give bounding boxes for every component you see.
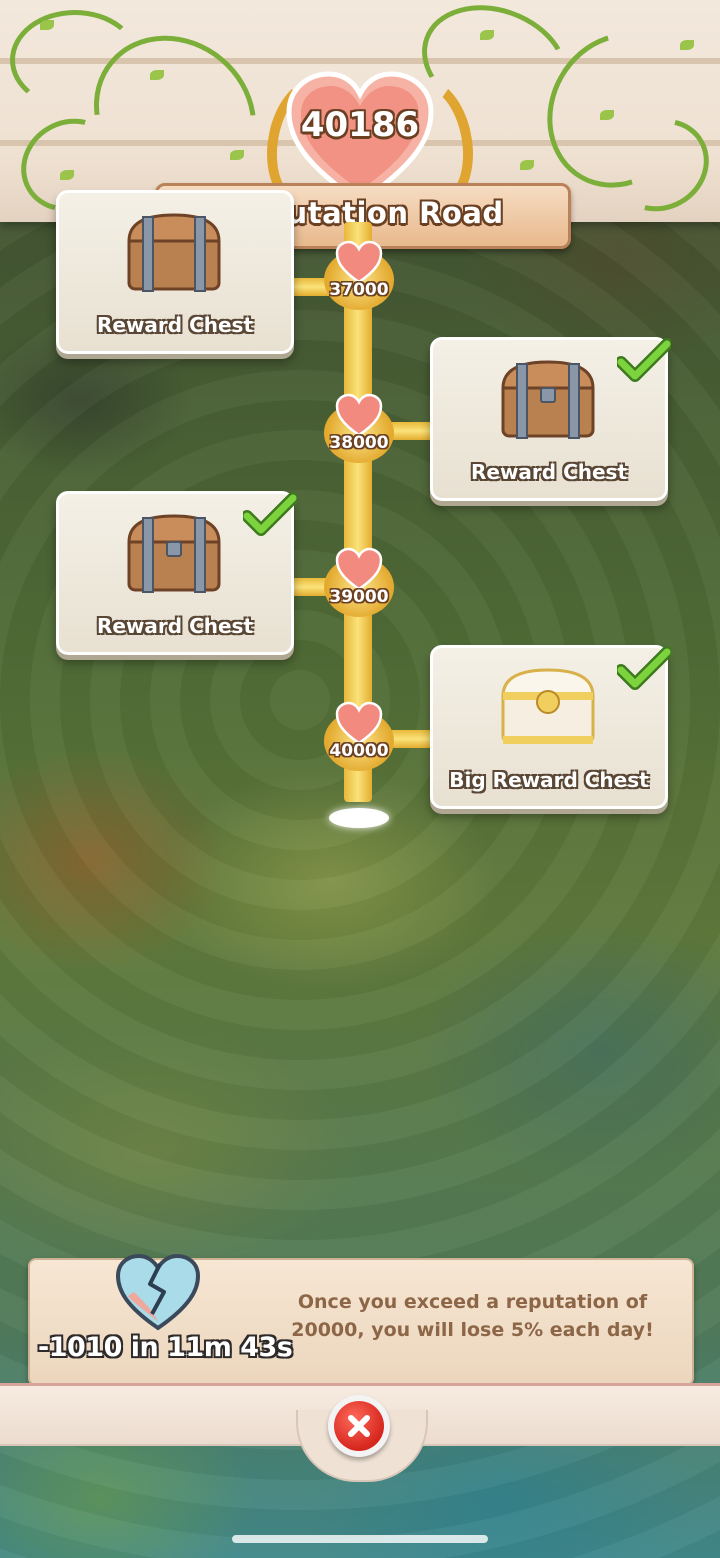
leaf-decoration bbox=[60, 170, 74, 180]
milestone-node-39000: 39000 bbox=[322, 547, 396, 621]
milestone-node-40000: 40000 bbox=[322, 701, 396, 775]
leaf-decoration bbox=[600, 110, 614, 120]
milestone-value: 37000 bbox=[329, 280, 389, 300]
leaf-decoration bbox=[480, 30, 494, 40]
leaf-decoration bbox=[150, 70, 164, 80]
reward-card-39000[interactable]: Reward Chest bbox=[56, 491, 297, 655]
reward-label: Reward Chest bbox=[96, 614, 254, 638]
big-chest-icon bbox=[501, 668, 595, 744]
check-icon bbox=[617, 338, 671, 382]
reputation-score: 40186 bbox=[300, 105, 420, 145]
close-button-face[interactable] bbox=[334, 1401, 384, 1451]
close-icon bbox=[348, 1415, 370, 1437]
milestone-node-37000: 37000 bbox=[322, 240, 396, 314]
check-icon bbox=[243, 492, 297, 536]
leaf-decoration bbox=[680, 40, 694, 50]
milestone-value: 38000 bbox=[329, 433, 389, 453]
reward-label: Reward Chest bbox=[96, 313, 254, 337]
leaf-decoration bbox=[520, 160, 534, 170]
reward-label: Reward Chest bbox=[470, 460, 628, 484]
reward-card-38000[interactable]: Reward Chest bbox=[430, 337, 671, 501]
leaf-decoration bbox=[40, 20, 54, 30]
milestone-value: 40000 bbox=[329, 741, 389, 761]
road-end-glow bbox=[329, 808, 389, 828]
chest-icon bbox=[127, 213, 221, 292]
close-button[interactable] bbox=[328, 1395, 390, 1457]
decay-timer: -1010 in 11m 43s bbox=[38, 1332, 293, 1363]
check-icon bbox=[617, 646, 671, 690]
chest-icon bbox=[501, 360, 595, 439]
home-indicator[interactable] bbox=[232, 1535, 488, 1543]
milestone-value: 39000 bbox=[329, 587, 389, 607]
reward-card-40000[interactable]: Big Reward Chest bbox=[430, 645, 671, 809]
milestone-node-38000: 38000 bbox=[322, 393, 396, 467]
heart-icon bbox=[335, 240, 383, 284]
heart-icon bbox=[335, 393, 383, 437]
broken-heart-icon bbox=[115, 1253, 201, 1331]
chest-icon bbox=[127, 514, 221, 593]
reward-card-37000[interactable]: Reward Chest bbox=[56, 190, 294, 354]
reward-label: Big Reward Chest bbox=[449, 768, 649, 792]
decay-message: Once you exceed a reputation of 20000, y… bbox=[291, 1291, 654, 1341]
heart-icon bbox=[335, 701, 383, 745]
heart-icon bbox=[335, 547, 383, 591]
decay-info-banner: -1010 in 11m 43s Once you exceed a reput… bbox=[28, 1253, 694, 1386]
leaf-decoration bbox=[230, 150, 244, 160]
